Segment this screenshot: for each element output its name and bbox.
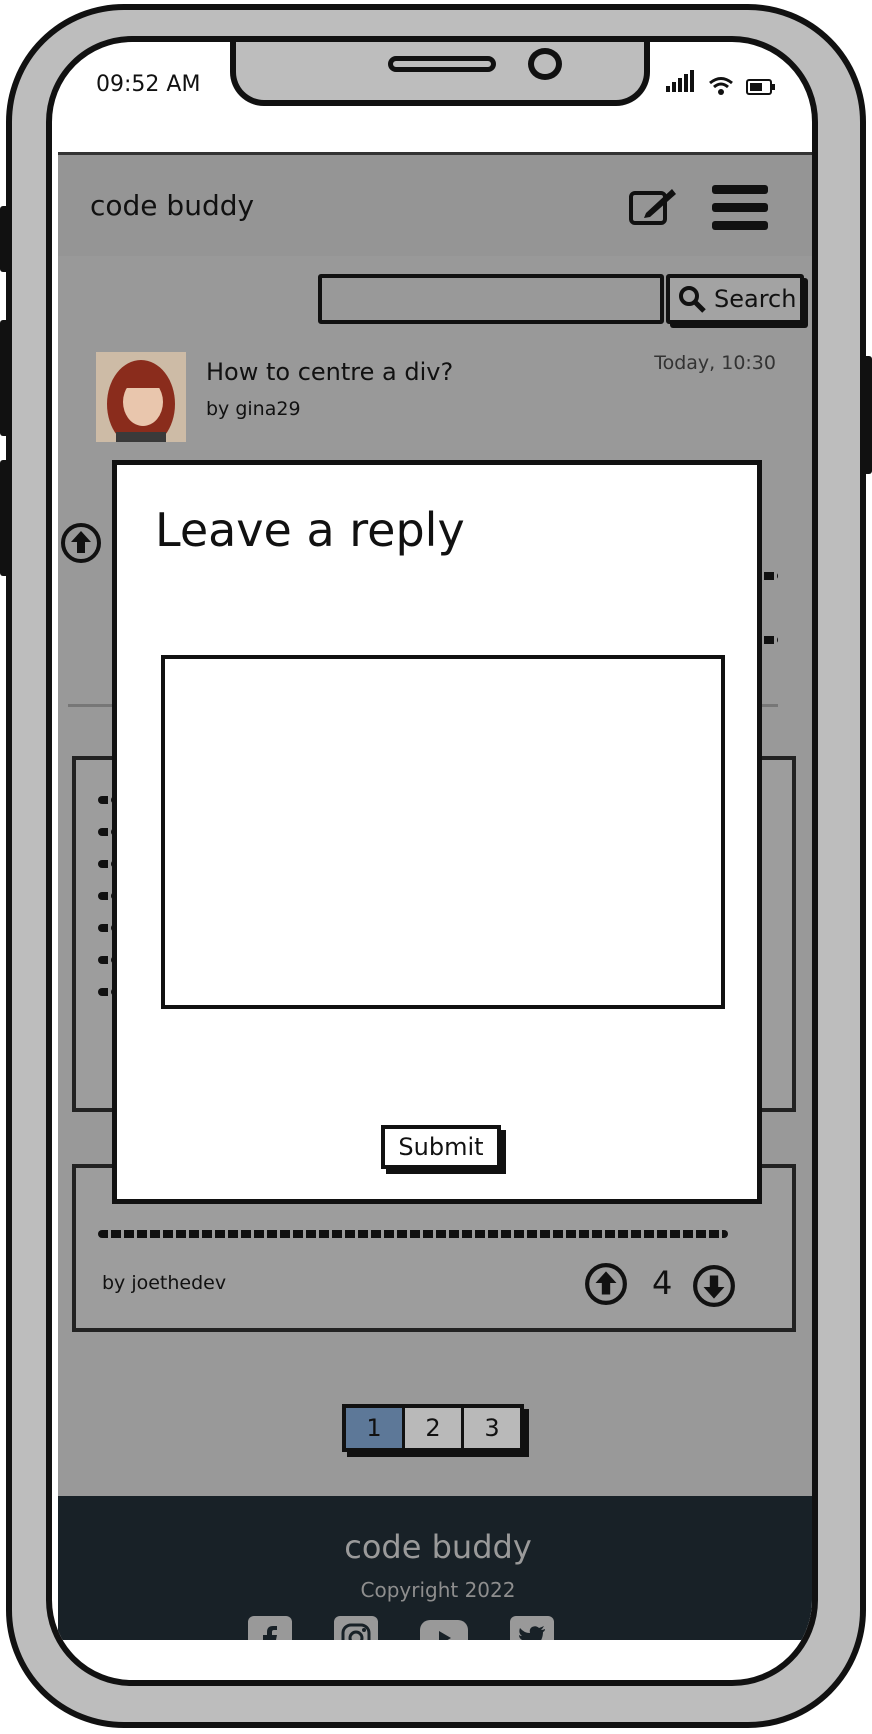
signal-icon [666, 70, 696, 96]
footer: code buddy Copyright 2022 [58, 1496, 812, 1640]
reply-textarea[interactable] [161, 655, 725, 1009]
camera [528, 48, 562, 80]
brand-logo[interactable]: code buddy [90, 189, 254, 222]
avatar [96, 352, 186, 442]
menu-bar [712, 185, 768, 194]
facebook-icon[interactable] [248, 1616, 292, 1640]
text-placeholder [98, 988, 112, 996]
text-placeholder [98, 956, 112, 964]
arrow-up-circle-icon [585, 1263, 627, 1305]
power-button [862, 356, 872, 474]
reply-modal: Leave a reply Submit [112, 460, 762, 1204]
submit-button[interactable]: Submit [381, 1125, 501, 1169]
page-3-button[interactable]: 3 [464, 1408, 520, 1448]
footer-copyright: Copyright 2022 [360, 1578, 516, 1602]
text-placeholder [98, 1230, 728, 1238]
downvote-button[interactable] [692, 1264, 736, 1312]
battery-icon [746, 79, 775, 95]
text-placeholder [98, 892, 112, 900]
post: How to centre a div? by gina29 Today, 10… [96, 352, 776, 472]
search-button-label: Search [714, 285, 797, 313]
text-placeholder [98, 860, 112, 868]
pagination: 1 2 3 [342, 1404, 524, 1452]
notch [230, 42, 650, 106]
search-button[interactable]: Search [666, 274, 804, 324]
upvote-button[interactable] [584, 1262, 628, 1310]
side-button [0, 206, 10, 272]
post-title[interactable]: How to centre a div? [206, 358, 453, 386]
status-time: 09:52 AM [96, 72, 201, 97]
text-placeholder [98, 828, 112, 836]
instagram-icon[interactable] [334, 1616, 378, 1640]
arrow-up-circle-icon [61, 523, 101, 563]
vote-count: 4 [652, 1264, 673, 1302]
side-button [0, 320, 10, 436]
menu-bar [712, 221, 768, 230]
hamburger-menu-button[interactable] [712, 185, 768, 231]
upvote-button[interactable] [60, 522, 102, 568]
edit-button[interactable] [628, 185, 678, 227]
search-icon [679, 286, 706, 313]
app-header: code buddy [58, 152, 812, 256]
modal-title: Leave a reply [155, 503, 465, 557]
status-icons [666, 70, 776, 96]
wifi-icon [709, 77, 733, 95]
menu-bar [712, 203, 768, 212]
youtube-icon[interactable] [420, 1620, 468, 1640]
twitter-icon[interactable] [510, 1616, 554, 1640]
page-1-button[interactable]: 1 [346, 1408, 405, 1448]
page-2-button[interactable]: 2 [405, 1408, 464, 1448]
text-placeholder [98, 796, 112, 804]
footer-brand: code buddy [344, 1528, 532, 1566]
post-author[interactable]: by gina29 [206, 398, 301, 420]
search-input[interactable] [318, 274, 664, 324]
side-button [0, 460, 10, 576]
edit-icon [629, 189, 676, 225]
arrow-down-circle-icon [693, 1265, 735, 1307]
post-time: Today, 10:30 [654, 352, 776, 374]
text-placeholder [98, 924, 112, 932]
answer-author[interactable]: by joethedev [102, 1272, 226, 1294]
speaker [388, 56, 496, 72]
